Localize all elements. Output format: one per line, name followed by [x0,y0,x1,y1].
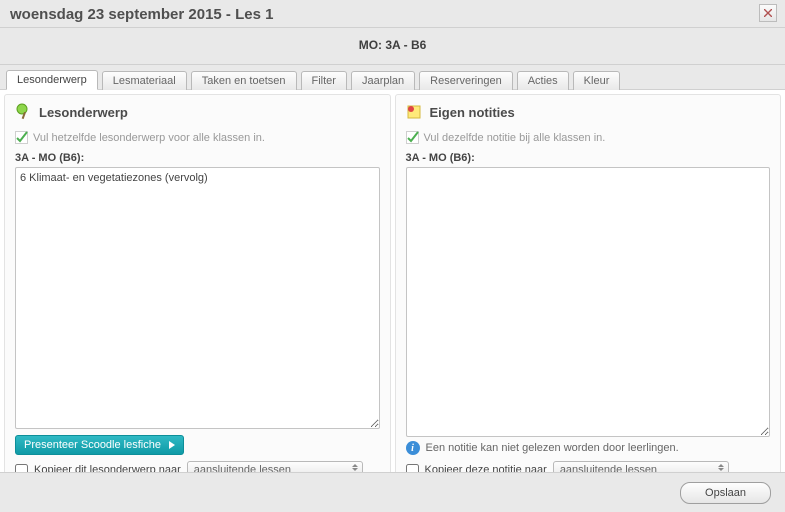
pane-lesonderwerp: Lesonderwerp Vul hetzelfde lesonderwerp … [4,94,391,488]
fill-all-lesonderwerp[interactable]: Vul hetzelfde lesonderwerp voor alle kla… [15,131,380,144]
save-button[interactable]: Opslaan [680,482,771,504]
play-icon [169,441,175,449]
tab-lesmateriaal[interactable]: Lesmateriaal [102,71,187,90]
pane-heading-notities: Eigen notities [406,103,771,121]
subtitle: MO: 3A - B6 [0,28,785,65]
tab-lesonderwerp[interactable]: Lesonderwerp [6,70,98,90]
pane-eigen-notities: Eigen notities Vul dezelfde notitie bij … [395,94,782,488]
presenteer-scoodle-button[interactable]: Presenteer Scoodle lesfiche [15,435,184,455]
tab-kleur[interactable]: Kleur [573,71,621,90]
pin-icon [15,103,33,121]
note-icon [406,103,424,121]
dropdown-arrows-icon [352,464,358,471]
field-label-right: 3A - MO (B6): [406,152,771,164]
tab-reserveringen[interactable]: Reserveringen [419,71,513,90]
tab-acties[interactable]: Acties [517,71,569,90]
title-bar: woensdag 23 september 2015 - Les 1 [0,0,785,28]
fill-all-notities[interactable]: Vul dezelfde notitie bij alle klassen in… [406,131,771,144]
tab-bar: Lesonderwerp Lesmateriaal Taken en toets… [0,65,785,90]
notitie-info-row: i Een notitie kan niet gelezen worden do… [406,441,771,455]
tab-jaarplan[interactable]: Jaarplan [351,71,415,90]
dropdown-arrows-icon [718,464,724,471]
tab-filter[interactable]: Filter [301,71,347,90]
tab-taken-en-toetsen[interactable]: Taken en toetsen [191,71,297,90]
window-title: woensdag 23 september 2015 - Les 1 [10,6,273,23]
lesonderwerp-textarea[interactable] [15,167,380,429]
footer-bar: Opslaan [0,472,785,512]
field-label-left: 3A - MO (B6): [15,152,380,164]
checkbox-checked-icon [406,131,419,144]
close-icon [764,9,772,17]
checkbox-checked-icon [15,131,28,144]
pane-heading-lesonderwerp: Lesonderwerp [15,103,380,121]
info-icon: i [406,441,420,455]
close-button[interactable] [759,4,777,22]
content-area: Lesonderwerp Vul hetzelfde lesonderwerp … [0,90,785,492]
notitie-textarea[interactable] [406,167,771,437]
